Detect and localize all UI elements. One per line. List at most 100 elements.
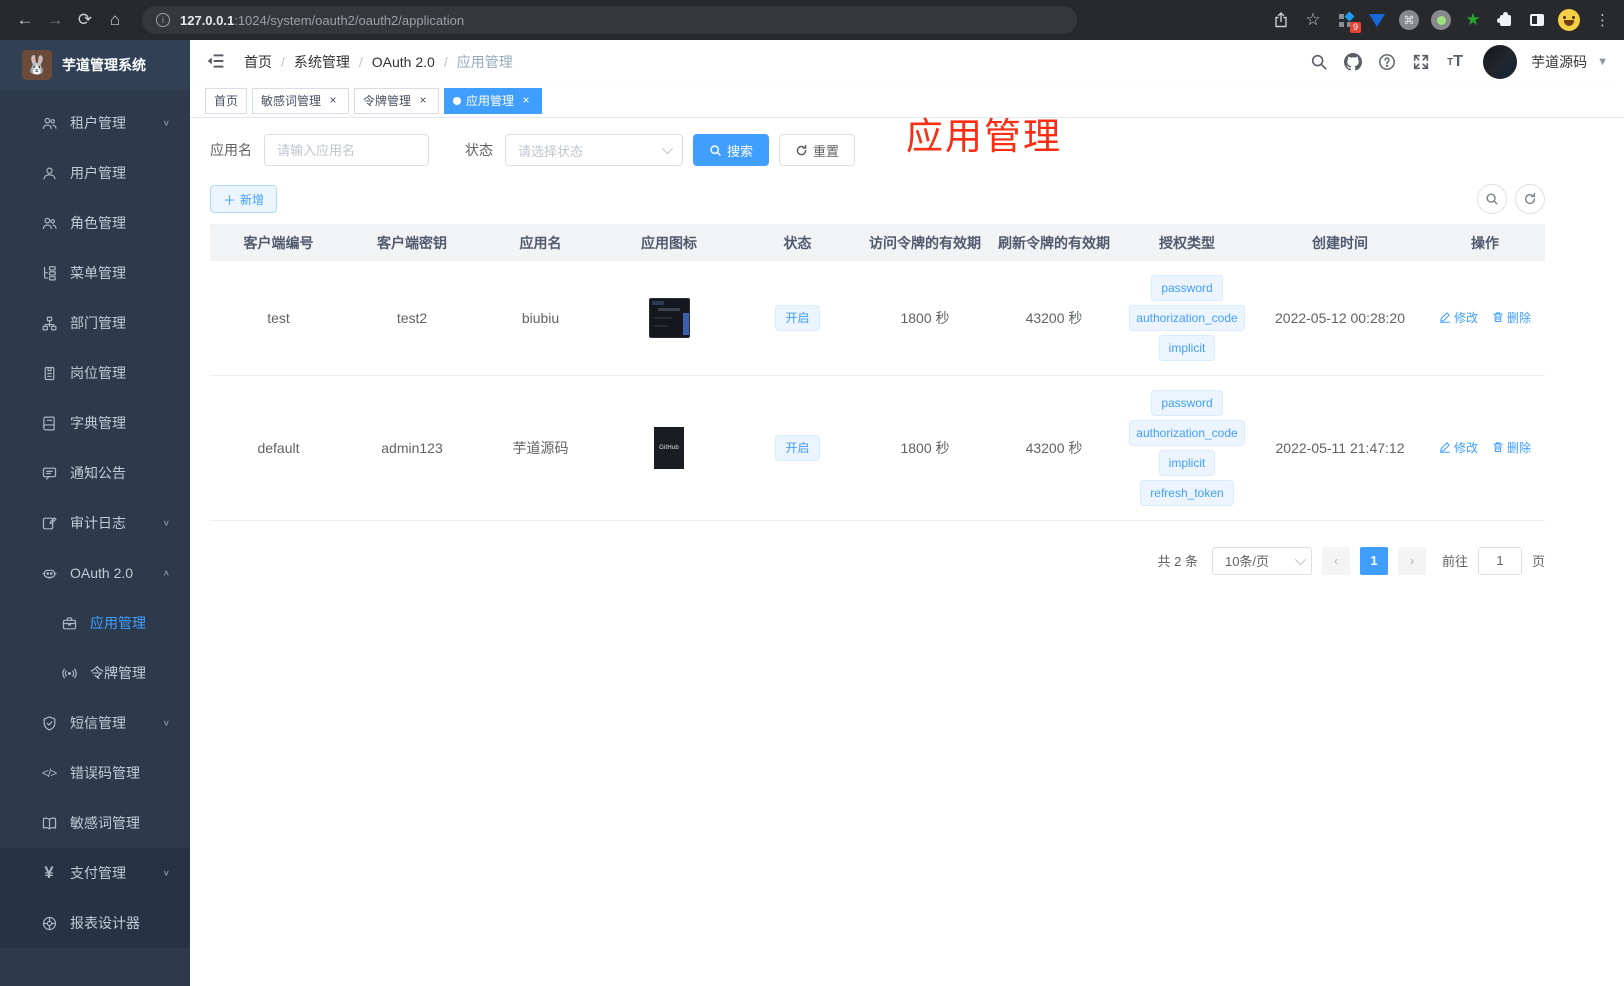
column-header: 客户端密钥 <box>347 224 477 261</box>
url-text: 127.0.0.1:1024/system/oauth2/oauth2/appl… <box>180 12 465 28</box>
cell-grants: password authorization_code implicit refres… <box>1119 375 1255 521</box>
sidebar-item[interactable]: 部门管理 <box>0 298 190 348</box>
close-icon[interactable]: × <box>416 93 430 108</box>
user-avatar[interactable] <box>1483 45 1518 79</box>
status-badge: 开启 <box>775 304 820 331</box>
side-panel-icon[interactable] <box>1523 6 1551 34</box>
grant-type-tag: implicit <box>1158 334 1216 361</box>
site-info-icon[interactable]: i <box>156 13 170 27</box>
sidebar-item[interactable]: </> 错误码管理 <box>0 748 190 798</box>
app-name-input[interactable] <box>264 134 429 166</box>
dict-icon <box>40 414 58 432</box>
column-header: 应用图标 <box>604 224 734 261</box>
close-icon[interactable]: × <box>326 93 340 108</box>
page-size-select[interactable]: 10条/页 <box>1211 546 1312 575</box>
table-row: default admin123 芋道源码 GitHub 开启 1800 秒 4… <box>210 375 1545 521</box>
extension-grid-icon[interactable]: 9 <box>1331 6 1361 34</box>
fullscreen-icon[interactable] <box>1407 48 1435 76</box>
evernote-extension-icon[interactable]: ★ <box>1459 6 1487 34</box>
yen-icon: ¥ <box>44 863 54 882</box>
back-icon[interactable]: ← <box>10 5 40 35</box>
github-icon[interactable] <box>1339 48 1367 76</box>
breadcrumb-item[interactable]: 首页 <box>244 52 272 72</box>
sidebar-item[interactable]: ¥ 支付管理 ∨ <box>0 848 190 898</box>
breadcrumb-item[interactable]: OAuth 2.0 <box>372 54 435 70</box>
sidebar-item[interactable]: 令牌管理 <box>0 648 190 698</box>
sidebar-item[interactable]: 应用管理 <box>0 598 190 648</box>
app-logo-bar[interactable]: 🐰 芋道管理系统 <box>0 40 190 90</box>
vue-devtools-icon[interactable] <box>1363 6 1391 34</box>
bookmark-star-icon[interactable]: ☆ <box>1299 6 1327 34</box>
delete-button[interactable]: 删除 <box>1492 309 1531 326</box>
sidebar-item[interactable]: 租户管理 ∨ <box>0 98 190 148</box>
extensions-puzzle-icon[interactable] <box>1491 6 1519 34</box>
username[interactable]: 芋道源码 <box>1531 52 1587 72</box>
goto-page-input[interactable] <box>1477 546 1522 575</box>
prev-page-button[interactable]: ‹ <box>1321 546 1350 575</box>
grant-type-tag: refresh_token <box>1140 479 1234 506</box>
close-icon[interactable]: × <box>519 93 533 108</box>
sidebar-item[interactable]: 用户管理 <box>0 148 190 198</box>
extension-circle-icon[interactable]: ⌘ <box>1395 6 1423 34</box>
profile-avatar-icon[interactable] <box>1555 6 1583 34</box>
home-icon[interactable]: ⌂ <box>100 5 130 35</box>
search-icon[interactable] <box>1305 48 1333 76</box>
add-button[interactable]: ＋新增 <box>210 185 278 213</box>
breadcrumb-separator: / <box>443 54 448 70</box>
edit-button[interactable]: 修改 <box>1439 439 1478 456</box>
table-toolbar: ＋新增 <box>210 184 1545 214</box>
reload-icon[interactable]: ⟳ <box>70 5 100 35</box>
recorder-extension-icon[interactable] <box>1427 6 1455 34</box>
breadcrumb-item[interactable]: 系统管理 <box>294 52 350 72</box>
edit-button[interactable]: 修改 <box>1439 309 1478 326</box>
tab[interactable]: 令牌管理 × <box>354 87 440 114</box>
delete-button[interactable]: 删除 <box>1492 439 1531 456</box>
log-icon <box>40 514 58 532</box>
breadcrumb-separator: / <box>281 54 285 70</box>
toggle-search-button[interactable] <box>1477 184 1507 214</box>
sidebar-item[interactable]: 审计日志 ∨ <box>0 498 190 548</box>
sidebar-item[interactable]: 报表设计器 <box>0 898 190 948</box>
status-select[interactable]: 请选择状态 <box>505 134 683 166</box>
current-page-button[interactable]: 1 <box>1359 546 1388 575</box>
sidebar-item[interactable]: 短信管理 ∨ <box>0 698 190 748</box>
user-icon <box>40 164 58 182</box>
tree-icon <box>40 264 58 282</box>
refresh-button[interactable] <box>1515 184 1545 214</box>
signal-icon <box>60 664 78 682</box>
pagination: 共 2 条 10条/页 ‹ 1 › 前往 页 <box>210 546 1545 575</box>
cell-created: 2022-05-11 21:47:12 <box>1255 375 1425 521</box>
app-title: 芋道管理系统 <box>62 57 146 73</box>
cell-app-name: biubiu <box>477 260 604 376</box>
sidebar-item[interactable]: 敏感词管理 <box>0 798 190 848</box>
sidebar-item[interactable]: 角色管理 <box>0 198 190 248</box>
browser-menu-icon[interactable]: ⋮ <box>1587 11 1614 29</box>
help-icon[interactable] <box>1373 48 1401 76</box>
extension-badge: 9 <box>1349 22 1361 33</box>
sidebar-item[interactable]: OAuth 2.0 ∧ <box>0 548 190 598</box>
sidebar-item[interactable]: 通知公告 <box>0 448 190 498</box>
sidebar-item[interactable]: 岗位管理 <box>0 348 190 398</box>
next-page-button[interactable]: › <box>1397 546 1426 575</box>
search-button[interactable]: 搜索 <box>693 134 770 166</box>
address-bar[interactable]: i 127.0.0.1:1024/system/oauth2/oauth2/ap… <box>142 6 1077 34</box>
collapse-sidebar-icon[interactable] <box>206 51 228 73</box>
status-label: 状态 <box>465 142 493 158</box>
tab[interactable]: 敏感词管理 × <box>252 87 350 114</box>
browser-chrome: ← → ⟳ ⌂ i 127.0.0.1:1024/system/oauth2/o… <box>0 0 1624 40</box>
column-header: 访问令牌的有效期 <box>861 224 989 261</box>
cell-refresh-ttl: 43200 秒 <box>989 260 1119 376</box>
reset-button[interactable]: 重置 <box>779 134 856 166</box>
breadcrumb-separator: / <box>358 54 363 70</box>
user-caret-icon[interactable]: ▼ <box>1597 56 1608 68</box>
font-size-icon[interactable]: TT <box>1441 48 1469 76</box>
sidebar-item[interactable]: 字典管理 <box>0 398 190 448</box>
tab[interactable]: 应用管理 × <box>444 87 543 114</box>
sidebar-item[interactable]: 菜单管理 <box>0 248 190 298</box>
shield-icon <box>40 714 58 732</box>
share-icon[interactable] <box>1267 6 1295 34</box>
column-header: 刷新令牌的有效期 <box>989 224 1119 261</box>
forward-icon[interactable]: → <box>40 5 70 35</box>
column-header: 授权类型 <box>1119 224 1255 261</box>
tab[interactable]: 首页 <box>205 87 248 114</box>
